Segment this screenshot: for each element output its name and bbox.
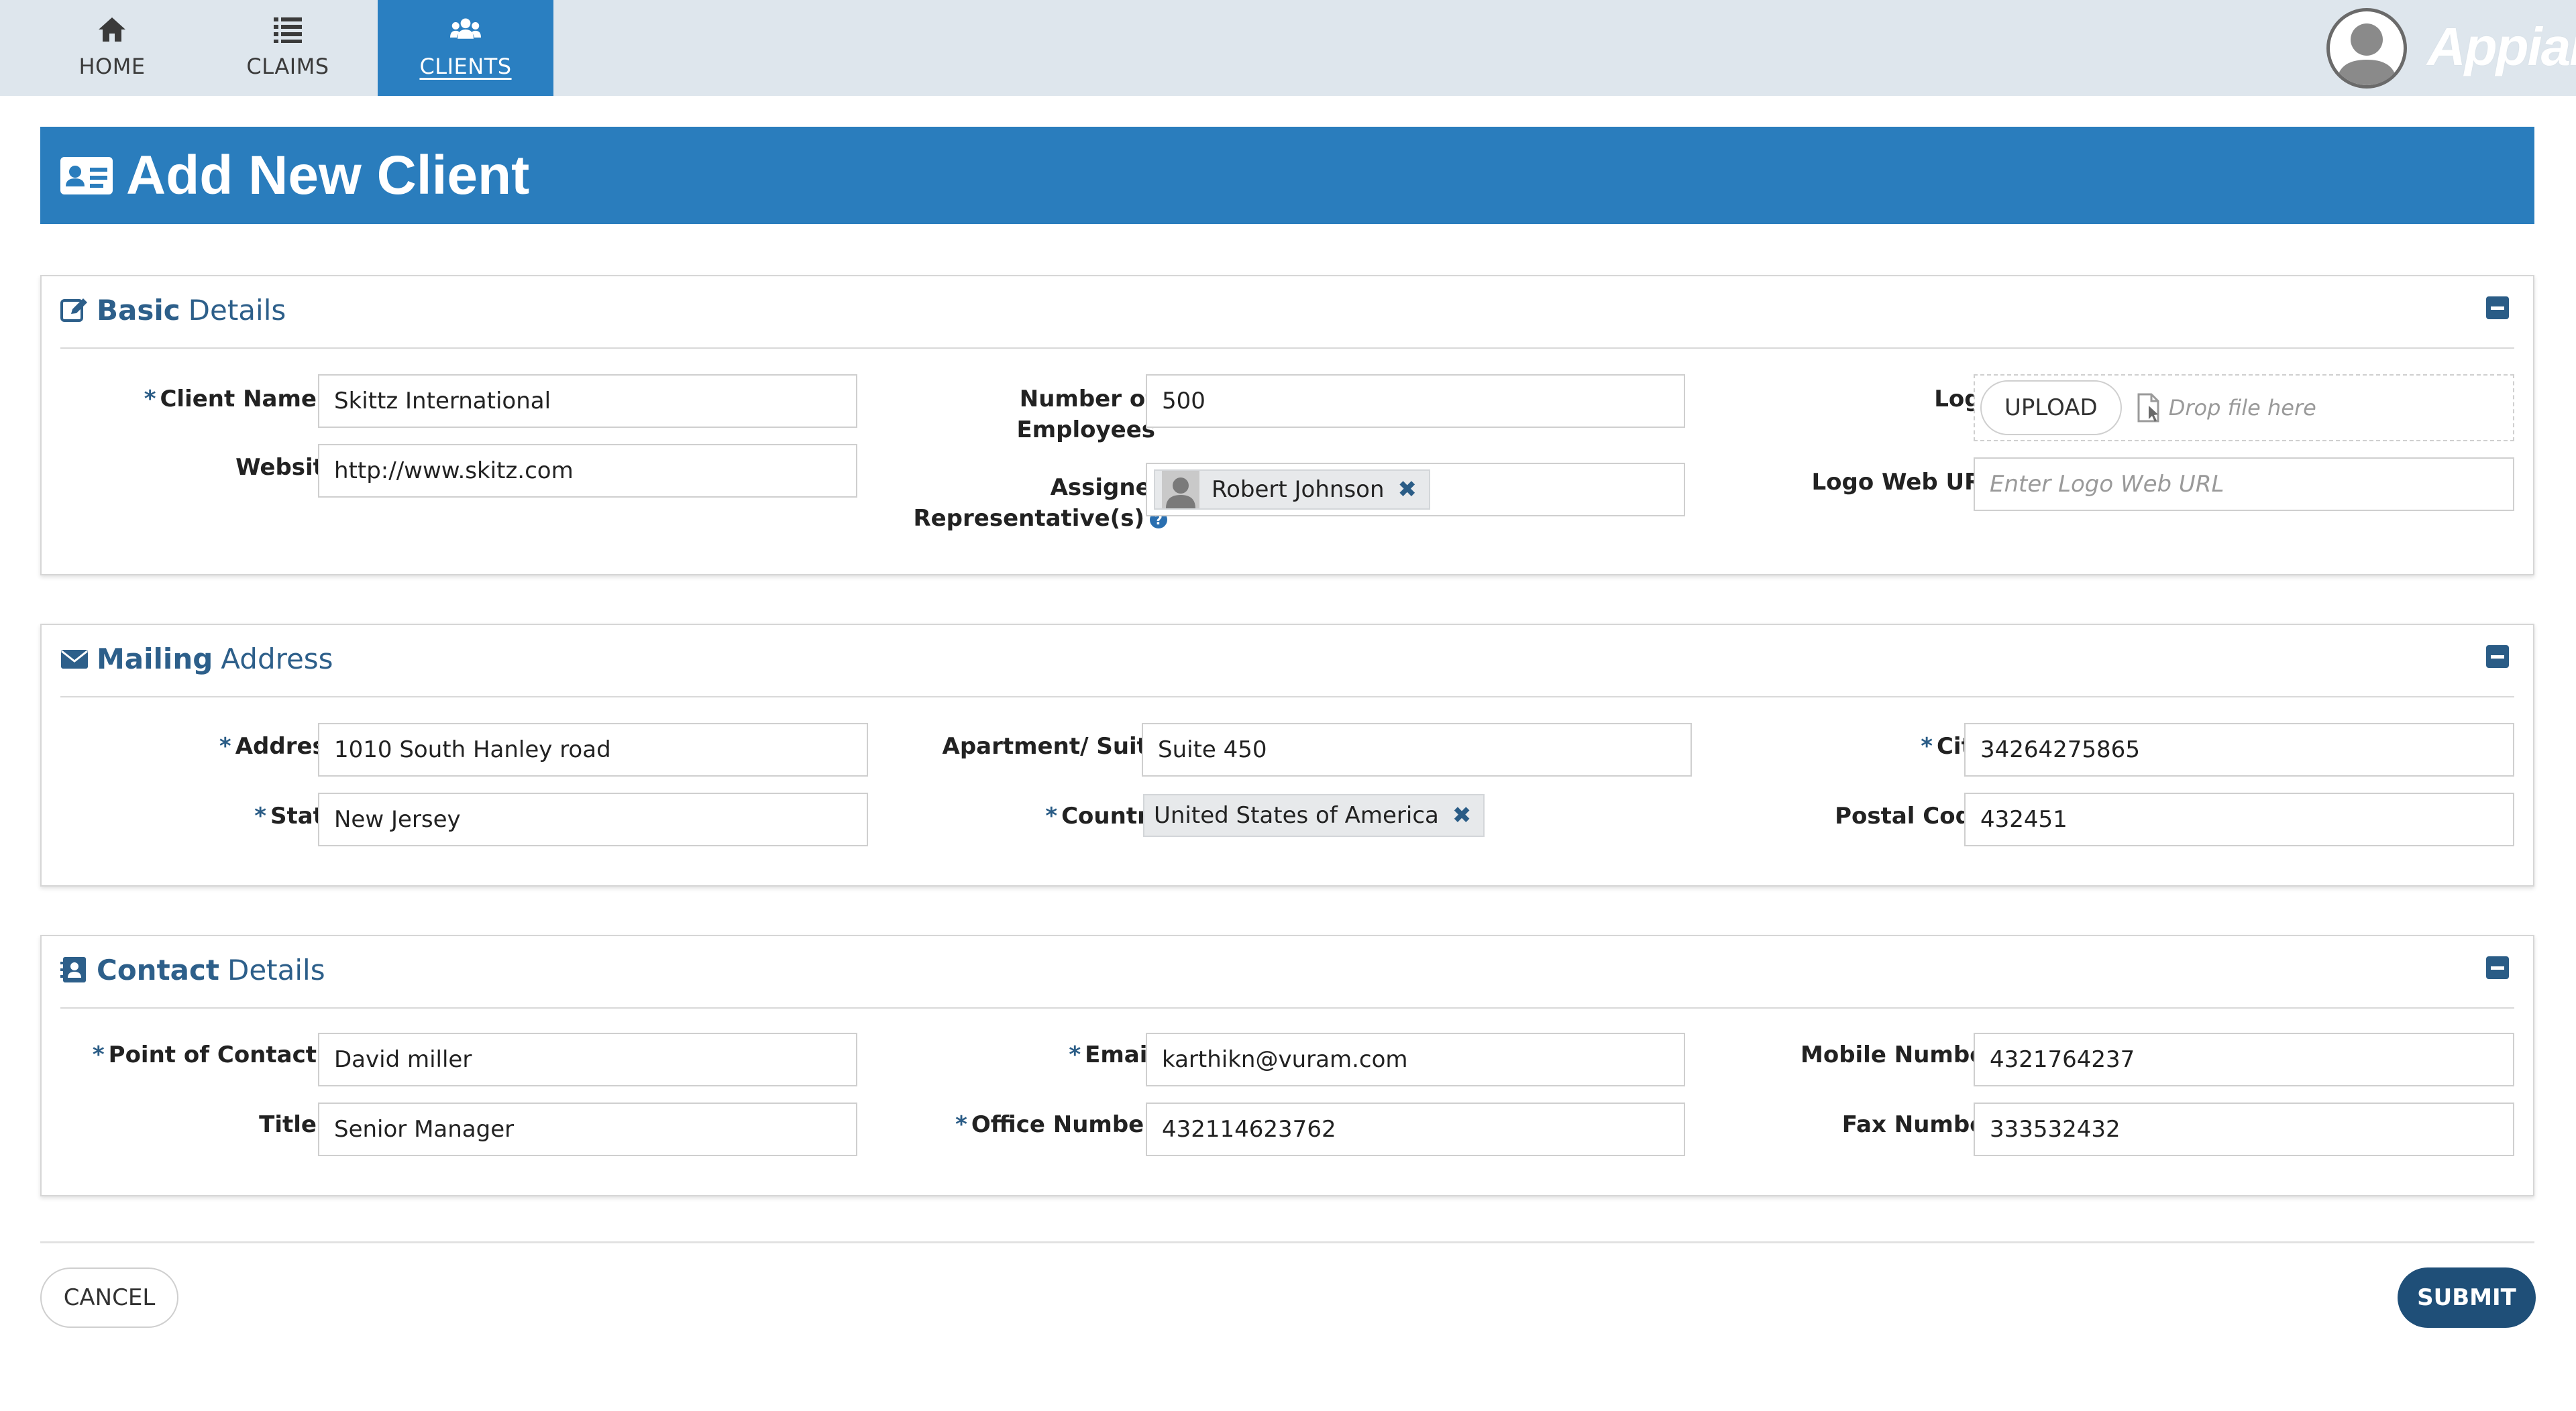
section-header: Contact Details	[60, 950, 325, 990]
state-input[interactable]: New Jersey	[318, 793, 868, 846]
top-navigation-bar: HOME CLAIMS CLIENTS Appian	[0, 0, 2576, 96]
city-label: * City	[1921, 733, 1987, 760]
logo-upload-dropzone[interactable]: UPLOAD Drop file here	[1974, 374, 2514, 441]
country-token[interactable]: United States of America ✖	[1143, 794, 1485, 837]
brand-logo: Appian	[2427, 17, 2576, 76]
nav-tab-label: CLAIMS	[246, 54, 329, 79]
drop-file-text: Drop file here	[2168, 395, 2316, 420]
nav-tab-claims[interactable]: CLAIMS	[200, 0, 376, 96]
submit-button[interactable]: SUBMIT	[2398, 1267, 2536, 1328]
office-number-label: * Office Number	[955, 1111, 1155, 1138]
envelope-icon	[61, 650, 88, 669]
users-icon	[450, 15, 481, 44]
nav-tab-label: HOME	[78, 54, 146, 79]
user-token: Robert Johnson ✖	[1154, 469, 1431, 510]
collapse-button[interactable]	[2486, 296, 2509, 319]
country-value: United States of America	[1154, 802, 1439, 829]
country-label: * Country	[1045, 803, 1163, 830]
section-title-bold: Mailing	[97, 642, 213, 675]
collapse-button[interactable]	[2486, 645, 2509, 668]
employees-input[interactable]: 500	[1146, 374, 1685, 428]
page-title-banner: Add New Client	[40, 127, 2534, 224]
client-name-label: *Client Name?	[68, 384, 339, 414]
client-name-input[interactable]: Skittz International	[318, 374, 857, 428]
id-card-icon	[60, 156, 113, 194]
title-label: Title?	[68, 1109, 339, 1140]
website-label: Website	[235, 454, 339, 481]
email-label: * Email	[1069, 1041, 1155, 1068]
website-input[interactable]: http://www.skitz.com	[318, 444, 857, 498]
city-input[interactable]: 34264275865	[1964, 723, 2514, 777]
user-avatar[interactable]	[2326, 8, 2407, 89]
divider	[60, 696, 2514, 697]
section-title-rest: Address	[221, 642, 333, 675]
address-input[interactable]: 1010 South Hanley road	[318, 723, 868, 777]
page-title: Add New Client	[126, 144, 530, 206]
cancel-button[interactable]: CANCEL	[40, 1267, 178, 1328]
basic-details-section: Basic Details *Client Name? Skittz Inter…	[40, 275, 2534, 575]
contact-book-icon	[60, 957, 86, 982]
edit-icon	[60, 298, 87, 322]
home-icon	[97, 15, 127, 44]
nav-tab-clients[interactable]: CLIENTS	[378, 0, 553, 96]
point-of-contact-label: *Point of Contact?	[68, 1039, 339, 1070]
section-header: Basic Details	[60, 290, 286, 330]
email-input[interactable]: karthikn@vuram.com	[1146, 1033, 1685, 1086]
footer-divider	[40, 1241, 2534, 1243]
contact-details-section: Contact Details *Point of Contact? David…	[40, 935, 2534, 1196]
office-number-input[interactable]: 432114623762	[1146, 1103, 1685, 1156]
mobile-number-label: Mobile Number	[1801, 1041, 1996, 1068]
section-title-bold: Contact	[97, 953, 219, 986]
section-title-rest: Details	[227, 953, 325, 986]
address-label: * Address	[219, 733, 339, 760]
divider	[60, 1007, 2514, 1009]
file-drop-icon	[2137, 393, 2159, 422]
remove-token-icon[interactable]: ✖	[1452, 802, 1472, 829]
representative-picker[interactable]: Robert Johnson ✖	[1146, 463, 1685, 516]
state-label: * State	[254, 803, 339, 830]
apartment-label: Apartment/ Suite	[942, 733, 1163, 760]
collapse-button[interactable]	[2486, 956, 2509, 979]
employees-label: Number of Employees	[1016, 386, 1155, 443]
fax-number-label: Fax Number	[1841, 1111, 1996, 1138]
section-title-rest: Details	[188, 293, 286, 327]
user-avatar-icon	[1162, 471, 1199, 508]
representative-label: Assigned Representative(s)?	[913, 474, 1167, 532]
fax-number-input[interactable]: 333532432	[1974, 1103, 2514, 1156]
list-icon	[272, 15, 303, 44]
remove-token-icon[interactable]: ✖	[1398, 476, 1417, 503]
logo-url-label: Logo Web URL	[1811, 469, 1996, 496]
upload-button[interactable]: UPLOAD	[1980, 380, 2122, 435]
divider	[60, 347, 2514, 349]
mailing-address-section: Mailing Address * Address 1010 South Hanl…	[40, 624, 2534, 887]
logo-label: Logo	[1934, 386, 1996, 412]
postal-code-input[interactable]: 432451	[1964, 793, 2514, 846]
section-header: Mailing Address	[60, 638, 333, 679]
logo-url-input[interactable]: Enter Logo Web URL	[1974, 457, 2514, 511]
nav-tab-home[interactable]: HOME	[24, 0, 200, 96]
nav-tab-label: CLIENTS	[419, 54, 512, 79]
title-input[interactable]: Senior Manager	[318, 1103, 857, 1156]
mobile-number-input[interactable]: 4321764237	[1974, 1033, 2514, 1086]
apartment-input[interactable]: Suite 450	[1142, 723, 1692, 777]
point-of-contact-input[interactable]: David miller	[318, 1033, 857, 1086]
representative-name: Robert Johnson	[1212, 476, 1385, 503]
section-title-bold: Basic	[97, 293, 180, 327]
postal-code-label: Postal Code	[1835, 803, 1987, 830]
